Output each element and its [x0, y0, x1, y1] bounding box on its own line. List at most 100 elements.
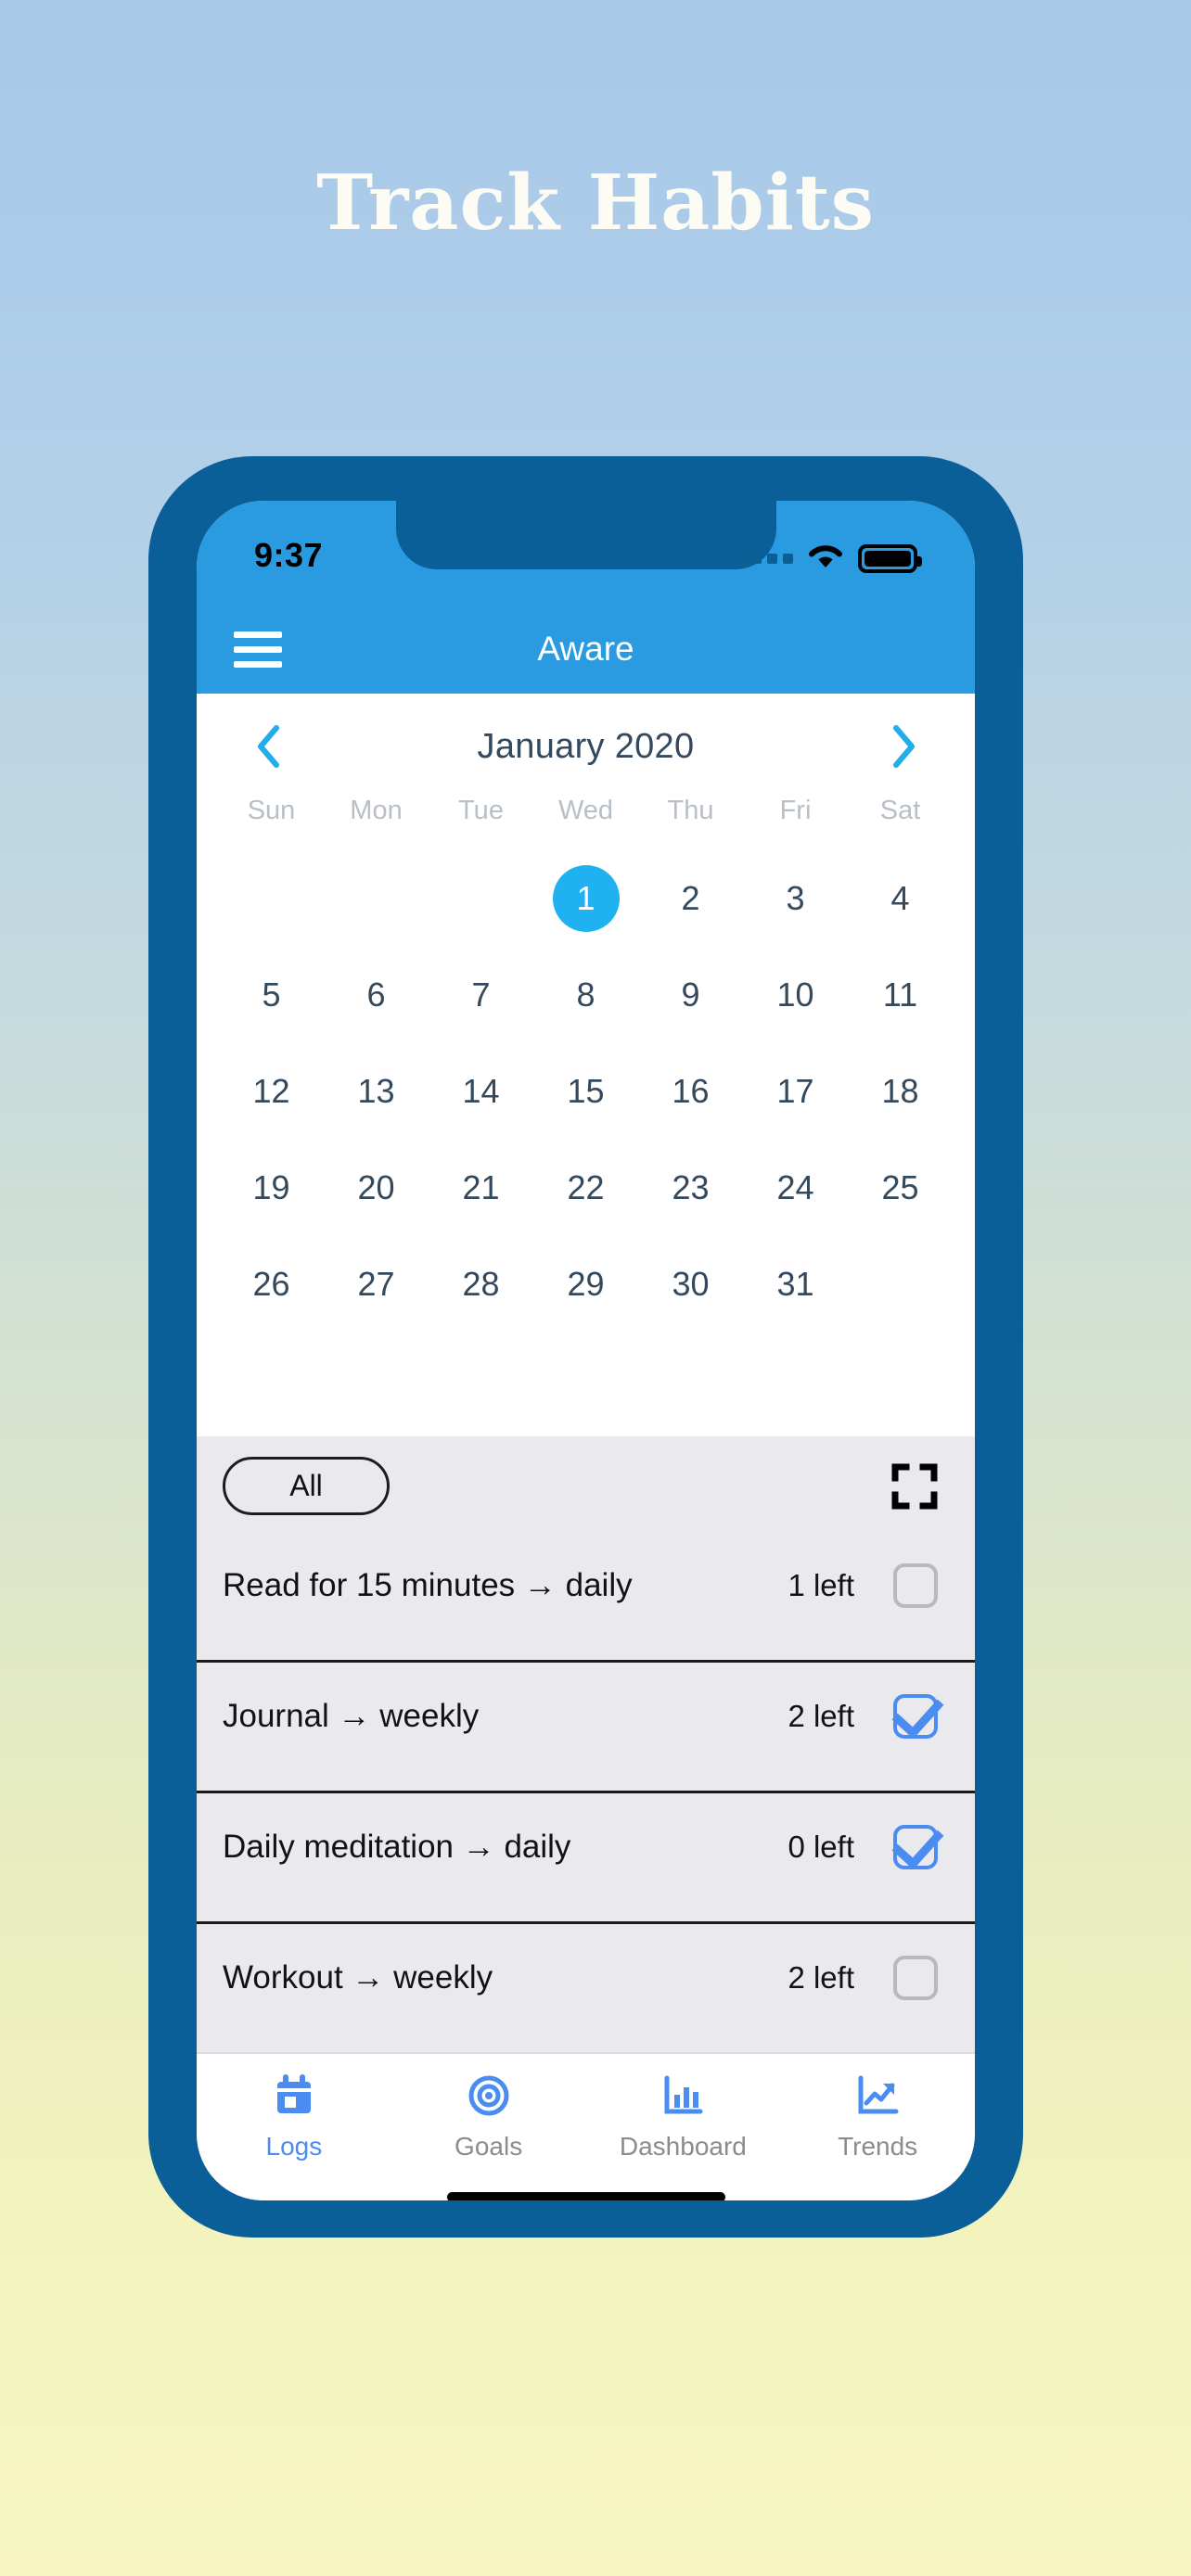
calendar-day-label: 23 [672, 1168, 710, 1206]
status-indicators [736, 536, 922, 576]
calendar-day-label: 25 [881, 1168, 919, 1206]
phone-frame: 9:37 Aware January 2020 Sun Mon Tue Wed … [148, 456, 1023, 2238]
habit-checkbox-unchecked[interactable] [893, 1563, 938, 1608]
calendar-weekday-fri: Fri [779, 796, 812, 825]
calendar-day-30[interactable]: 30 [638, 1236, 743, 1333]
calendar-day-14[interactable]: 14 [429, 1043, 533, 1140]
bar-chart-icon [662, 2072, 703, 2119]
habit-checkbox-checked[interactable] [893, 1694, 938, 1739]
chevron-right-icon[interactable] [878, 721, 928, 772]
calendar-day-label: 21 [462, 1168, 500, 1206]
target-icon [467, 2072, 510, 2119]
calendar-day-label: 26 [252, 1265, 290, 1303]
calendar-day-21[interactable]: 21 [429, 1140, 533, 1236]
status-bar: 9:37 [197, 501, 975, 605]
calendar-day-label: 17 [776, 1072, 814, 1110]
calendar-day-26[interactable]: 26 [219, 1236, 324, 1333]
calendar-panel: January 2020 Sun Mon Tue Wed Thu Fri Sat 1 2 3 4 5 6… [197, 694, 975, 1436]
calendar-day-label: 1 [552, 865, 620, 932]
calendar-day-label: 28 [462, 1265, 500, 1303]
calendar-day-28[interactable]: 28 [429, 1236, 533, 1333]
calendar-day-10[interactable]: 10 [743, 947, 848, 1043]
habit-name: Workout → weekly [223, 1959, 493, 1996]
calendar-day-16[interactable]: 16 [638, 1043, 743, 1140]
calendar-weekday-wed: Wed [557, 796, 614, 825]
battery-full-icon [858, 544, 922, 573]
calendar-day-label: 12 [252, 1072, 290, 1110]
tab-label-trends: Trends [838, 2132, 918, 2161]
calendar-day-label: 9 [681, 976, 700, 1014]
calendar-day-label: 14 [462, 1072, 500, 1110]
calendar-day-label: 29 [567, 1265, 605, 1303]
calendar-day-3[interactable]: 3 [743, 850, 848, 947]
habit-name: Daily meditation → daily [223, 1829, 571, 1865]
habit-row[interactable]: Daily meditation → daily 0 left [197, 1793, 975, 1924]
calendar-day-18[interactable]: 18 [848, 1043, 953, 1140]
wifi-icon [805, 542, 846, 576]
calendar-day-27[interactable]: 27 [324, 1236, 429, 1333]
calendar-day-2[interactable]: 2 [638, 850, 743, 947]
calendar-day-20[interactable]: 20 [324, 1140, 429, 1236]
tab-logs[interactable]: Logs [197, 2072, 391, 2162]
hamburger-menu-icon[interactable] [234, 631, 282, 668]
status-time: 9:37 [254, 536, 324, 574]
calendar-day-15[interactable]: 15 [533, 1043, 638, 1140]
calendar-day-13[interactable]: 13 [324, 1043, 429, 1140]
filter-chip-all[interactable]: All [223, 1457, 390, 1515]
calendar-day-11[interactable]: 11 [848, 947, 953, 1043]
calendar-day-label: 31 [776, 1265, 814, 1303]
device-notch [395, 501, 776, 569]
fullscreen-expand-icon[interactable] [891, 1463, 938, 1510]
habit-name: Journal → weekly [223, 1698, 480, 1734]
calendar-day-12[interactable]: 12 [219, 1043, 324, 1140]
home-indicator-bar[interactable] [446, 2191, 725, 2200]
habit-checkbox-unchecked[interactable] [893, 1956, 938, 2000]
habit-remaining-count: 1 left [788, 1568, 854, 1602]
calendar-day-22[interactable]: 22 [533, 1140, 638, 1236]
calendar-day-6[interactable]: 6 [324, 947, 429, 1043]
calendar-day-4[interactable]: 4 [848, 850, 953, 947]
calendar-day-label: 30 [672, 1265, 710, 1303]
calendar-day-17[interactable]: 17 [743, 1043, 848, 1140]
calendar-grid[interactable]: Sun Mon Tue Wed Thu Fri Sat 1 2 3 4 5 6 7 8 9 10 11 12 13 14… [219, 796, 953, 1333]
habit-checkbox-checked[interactable] [893, 1825, 938, 1869]
calendar-weekday-mon: Mon [350, 796, 403, 825]
calendar-day-label: 11 [882, 976, 918, 1014]
calendar-day-25[interactable]: 25 [848, 1140, 953, 1236]
calendar-day-label: 5 [262, 976, 281, 1014]
calendar-day-8[interactable]: 8 [533, 947, 638, 1043]
tab-label-goals: Goals [455, 2132, 523, 2161]
habit-list: Read for 15 minutes → daily 1 left Journal… [197, 1532, 975, 2052]
calendar-day-23[interactable]: 23 [638, 1140, 743, 1236]
habit-row[interactable]: Workout → weekly 2 left [197, 1924, 975, 2052]
app-bar: Aware [197, 605, 975, 694]
chevron-left-icon[interactable] [243, 721, 293, 772]
calendar-day-label: 2 [681, 879, 700, 917]
filter-bar: All [197, 1436, 975, 1532]
habit-row[interactable]: Read for 15 minutes → daily 1 left [197, 1532, 975, 1663]
tab-goals[interactable]: Goals [391, 2072, 586, 2162]
tab-dashboard[interactable]: Dashboard [586, 2072, 781, 2162]
calendar-day-19[interactable]: 19 [219, 1140, 324, 1236]
tab-trends[interactable]: Trends [780, 2072, 975, 2162]
calendar-day-5[interactable]: 5 [219, 947, 324, 1043]
calendar-day-31[interactable]: 31 [743, 1236, 848, 1333]
calendar-month-label: January 2020 [477, 726, 695, 766]
calendar-day-29[interactable]: 29 [533, 1236, 638, 1333]
calendar-day-label: 6 [366, 976, 386, 1014]
calendar-day-label: 3 [786, 879, 805, 917]
calendar-day-7[interactable]: 7 [429, 947, 533, 1043]
app-title: Aware [537, 630, 634, 668]
calendar-icon [274, 2072, 314, 2119]
habit-row[interactable]: Journal → weekly 2 left [197, 1663, 975, 1793]
calendar-day-label: 4 [890, 879, 910, 917]
calendar-day-label: 10 [776, 976, 814, 1014]
calendar-day-9[interactable]: 9 [638, 947, 743, 1043]
habit-remaining-count: 0 left [788, 1830, 854, 1864]
calendar-day-24[interactable]: 24 [743, 1140, 848, 1236]
calendar-day-1[interactable]: 1 [533, 850, 638, 947]
calendar-day-label: 16 [672, 1072, 710, 1110]
page-title: Track Habits [316, 159, 875, 248]
tab-label-dashboard: Dashboard [619, 2132, 747, 2161]
habit-name: Read for 15 minutes → daily [223, 1567, 633, 1603]
